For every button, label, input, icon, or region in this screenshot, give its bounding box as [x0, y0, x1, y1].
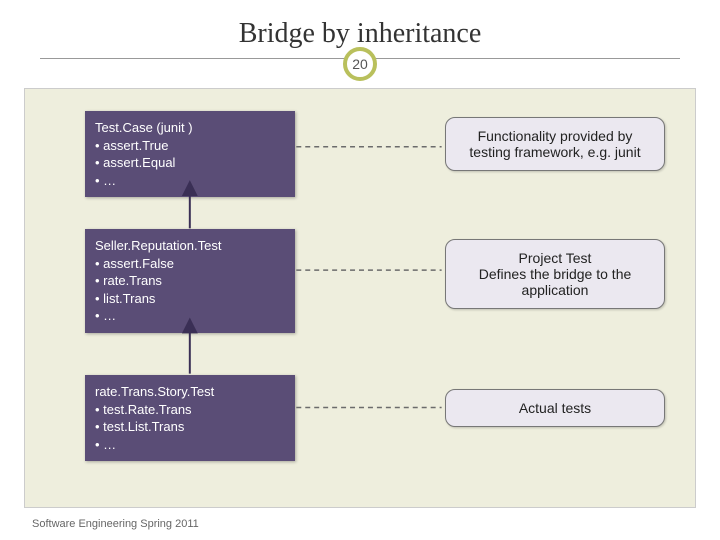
class-item: • … — [95, 436, 285, 454]
class-item: • assert.False — [95, 255, 285, 273]
page-number-badge: 20 — [343, 47, 377, 81]
class-item: • test.Rate.Trans — [95, 401, 285, 419]
diagram-canvas: Test.Case (junit ) • assert.True • asser… — [24, 88, 696, 508]
class-title: Seller.Reputation.Test — [95, 237, 285, 255]
class-box-sellerreputation: Seller.Reputation.Test • assert.False • … — [85, 229, 295, 333]
callout-framework: Functionality provided by testing framew… — [445, 117, 665, 171]
class-title: rate.Trans.Story.Test — [95, 383, 285, 401]
class-item: • … — [95, 172, 285, 190]
footer-text: Software Engineering Spring 2011 — [32, 518, 199, 530]
callout-actualtests: Actual tests — [445, 389, 665, 427]
callout-projecttest: Project TestDefines the bridge to the ap… — [445, 239, 665, 309]
class-item: • … — [95, 307, 285, 325]
class-box-ratetransstory: rate.Trans.Story.Test • test.Rate.Trans … — [85, 375, 295, 461]
class-item: • assert.True — [95, 137, 285, 155]
class-title: Test.Case (junit ) — [95, 119, 285, 137]
class-item: • assert.Equal — [95, 154, 285, 172]
class-item: • list.Trans — [95, 290, 285, 308]
class-box-testcase: Test.Case (junit ) • assert.True • asser… — [85, 111, 295, 197]
class-item: • rate.Trans — [95, 272, 285, 290]
class-item: • test.List.Trans — [95, 418, 285, 436]
